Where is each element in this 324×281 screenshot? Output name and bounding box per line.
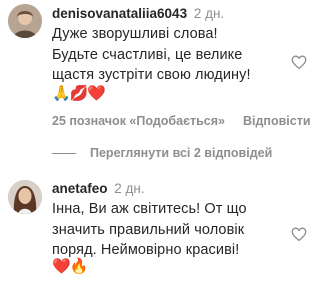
comment-emoji: ❤️🔥 <box>52 258 88 275</box>
timestamp[interactable]: 2 дн. <box>114 181 144 196</box>
comment-header: anetafeo 2 дн. <box>52 181 145 196</box>
comment-text: Інна, Ви аж світитесь! От що значить пра… <box>52 201 247 258</box>
likes-count[interactable]: 25 позначок «Подобається» <box>52 114 225 128</box>
comment-text: Дуже зворушливі слова! Будьте счастливі,… <box>52 26 251 83</box>
view-replies-label[interactable]: Переглянути всі 2 відповідей <box>90 146 272 160</box>
divider <box>52 152 76 154</box>
comment-emoji: 🙏💋❤️ <box>52 85 106 102</box>
timestamp[interactable]: 2 дн. <box>194 6 224 21</box>
reply-button[interactable]: Відповісти <box>243 114 311 128</box>
comment-meta: 25 позначок «Подобається» Відповісти <box>52 114 324 128</box>
like-heart-icon[interactable] <box>290 225 308 243</box>
avatar-photo-icon <box>8 180 42 214</box>
username[interactable]: denisovanataliia6043 <box>52 6 187 21</box>
avatar[interactable] <box>8 4 42 38</box>
view-replies-button[interactable]: Переглянути всі 2 відповідей <box>52 146 272 160</box>
avatar[interactable] <box>8 180 42 214</box>
username[interactable]: anetafeo <box>52 181 108 196</box>
like-heart-icon[interactable] <box>290 53 308 71</box>
comment-header: denisovanataliia6043 2 дн. <box>52 6 224 21</box>
avatar-photo-icon <box>8 4 42 38</box>
